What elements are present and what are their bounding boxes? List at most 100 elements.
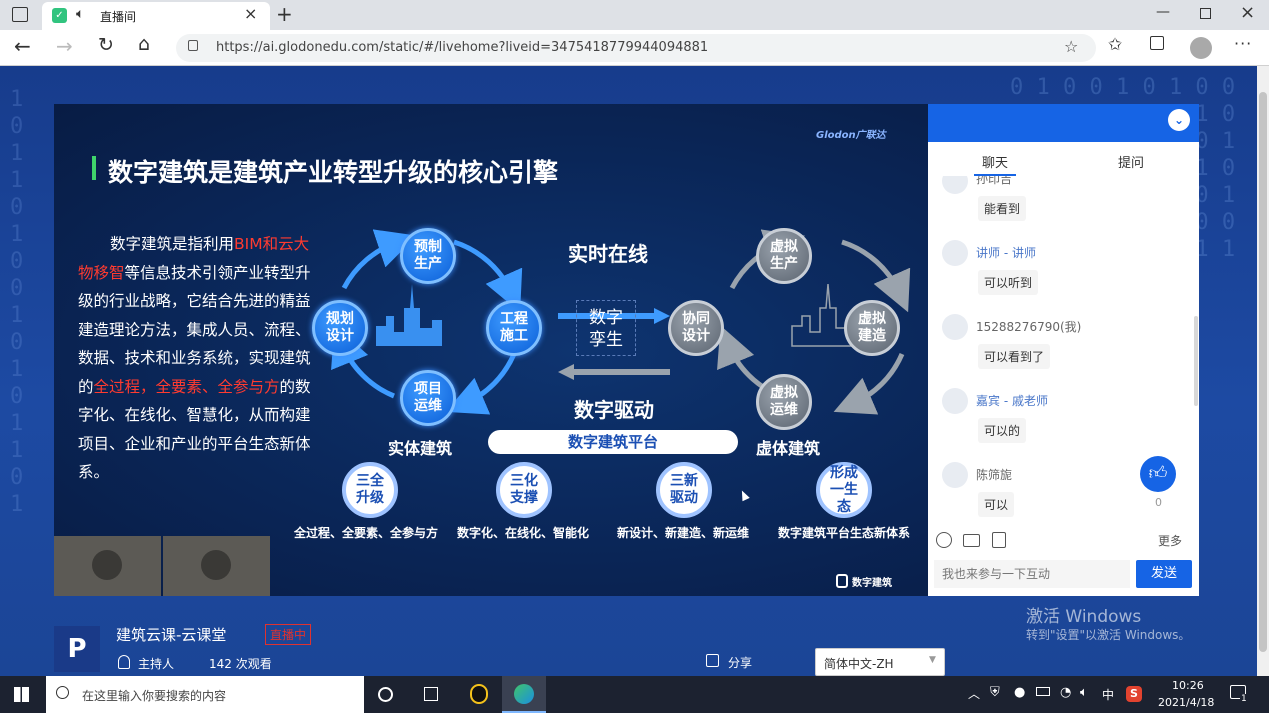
edge-logo-icon [514,684,534,704]
bottom-label-3: 新设计、新建造、新运维 [617,526,750,540]
more-button[interactable]: 更多 [1158,532,1182,549]
channel-logo[interactable]: P [54,626,100,672]
image-icon[interactable] [963,534,980,547]
send-button[interactable]: 发送 [1136,560,1192,588]
tab-question[interactable]: 提问 [1118,152,1144,171]
arrow-top-label: 实时在线 [568,242,648,266]
circle-left-bottom: 项目运维 [400,370,456,426]
close-window-icon[interactable]: × [1240,2,1255,23]
tab-close-icon[interactable]: × [244,4,257,23]
message-author: 15288276790(我) [976,320,1082,334]
taskbar-search[interactable]: 在这里输入你要搜索的内容 [46,676,364,713]
bottom-circle-3: 三新驱动 [656,462,712,518]
favorites-icon[interactable]: ✩ [1108,35,1122,55]
live-badge: 直播中 [265,624,312,645]
more-icon[interactable]: ··· [1234,34,1252,53]
sogou-ime-icon[interactable]: S [1126,686,1142,702]
share-button[interactable]: 分享 [728,654,752,671]
avatar [942,176,968,194]
restore-icon[interactable] [1200,8,1211,19]
label-physical-building: 实体建筑 [388,439,453,458]
notification-count: 1 [1240,694,1248,704]
notes-icon[interactable] [992,532,1006,548]
refresh-icon[interactable]: ↻ [98,34,114,56]
bottom-circle-1: 三全升级 [342,462,398,518]
volume-icon[interactable]: 🔈︎ [1080,685,1088,700]
chat-scrollbar[interactable] [1194,316,1198,406]
emoji-icon[interactable] [936,532,952,548]
home-icon[interactable]: ⌂ [138,33,150,55]
label-virtual-building: 虚体建筑 [756,439,821,458]
profile-avatar[interactable] [1190,37,1212,59]
circle-right-right: 虚拟建造 [844,300,900,356]
avatar [942,314,968,340]
show-hidden-icons[interactable]: ︿ [968,685,980,702]
audio-playing-icon[interactable]: 🔈︎ [76,6,84,22]
collapse-chevron-icon[interactable]: ⌄ [1168,109,1190,131]
bottom-circle-2: 三化支撑 [496,462,552,518]
edge-app-icon[interactable] [502,676,546,713]
share-icon[interactable] [706,654,719,667]
bottom-label-2: 数字化、在线化、智能化 [457,526,590,540]
search-placeholder: 在这里输入你要搜索的内容 [82,689,227,703]
channel-name[interactable]: 建筑云课-云课堂 [116,624,226,645]
new-tab-icon[interactable]: + [276,2,293,26]
chat-header: ⌄ [928,104,1199,142]
clock-date[interactable]: 2021/4/18 [1158,696,1214,709]
message-text: 能看到 [978,196,1027,221]
url-text[interactable]: https://ai.glodonedu.com/static/#/liveho… [216,40,708,55]
message-author: 嘉宾 - 戚老师 [976,394,1048,408]
activation-watermark-title: 激活 Windows [1026,607,1142,627]
security-shield-icon[interactable]: ⛨ [990,685,1000,700]
slide-paragraph: 数字建筑是指利用BIM和云大物移智等信息技术引领产业转型升级的行业战略，它结合先… [78,230,316,487]
language-value: 简体中文-ZH [824,657,894,671]
back-icon[interactable]: ← [14,34,31,58]
add-favorite-icon[interactable]: ☆ [1064,37,1078,56]
qq-app-icon[interactable] [470,684,488,704]
task-view-icon[interactable] [424,687,438,701]
battery-icon[interactable] [1036,687,1050,696]
bottom-label-4: 数字建筑平台生态新体系 [778,526,911,540]
like-button[interactable]: 👍︎ [1140,456,1176,492]
language-select[interactable]: 简体中文-ZH ▼ [815,648,945,676]
lock-icon[interactable] [188,40,198,51]
chat-input[interactable] [934,560,1130,588]
host-icon [118,655,130,669]
digital-twin-box: 数字孪生 [576,300,636,356]
minimize-icon[interactable]: — [1156,4,1170,20]
window-menu-icon[interactable] [12,7,28,22]
slide-logo: Glodon广联达 [816,130,886,141]
title-accent-bar [92,156,96,180]
like-count: 0 [1155,496,1162,509]
browser-tab[interactable]: ✓ 🔈︎ 直播间 × [42,2,270,30]
address-bar[interactable]: https://ai.glodonedu.com/static/#/liveho… [176,34,1096,62]
platform-bar: 数字建筑平台 [488,430,738,454]
ime-indicator[interactable]: 中 [1102,686,1114,703]
clock-time[interactable]: 10:26 [1172,679,1204,692]
network-icon[interactable]: ◔ [1060,685,1071,700]
paragraph-part-2: 等信息技术引领产业转型升级的行业战略，它结合先进的精益建造理论方法，集成人员、流… [78,263,311,396]
arrow-bottom-label: 数字驱动 [574,398,654,422]
collections-icon[interactable] [1150,36,1164,50]
webcam-thumbnail-1[interactable] [54,536,161,596]
paragraph-part-1: 数字建筑是指利用 [110,235,235,253]
browser-toolbar: ← → ↻ ⌂ https://ai.glodonedu.com/static/… [0,30,1269,66]
page-scrollbar-thumb[interactable] [1259,92,1267,652]
message-author: 孙印吉 [976,176,1013,186]
cortana-icon[interactable] [378,687,393,702]
brand-label: 数字建筑 [852,578,892,589]
avatar [942,462,968,488]
circle-right-left: 协同设计 [668,300,724,356]
message-author: 讲师 - 讲师 [976,246,1036,260]
message-author: 陈筛旎 [976,468,1013,482]
search-icon [56,686,69,699]
video-player[interactable]: Glodon广联达 数字建筑是建筑产业转型升级的核心引擎 数字建筑是指利用BIM… [54,104,928,596]
webcam-thumbnail-2[interactable] [163,536,270,596]
forward-icon[interactable]: → [56,34,73,58]
qq-tray-icon[interactable]: ● [1014,685,1025,700]
participant-avatar-icon [201,550,231,580]
tab-chat[interactable]: 聊天 [982,152,1008,171]
message-text: 可以的 [978,418,1027,443]
bottom-label-1: 全过程、全要素、全参与方 [294,526,439,540]
windows-start-icon[interactable] [14,687,29,702]
